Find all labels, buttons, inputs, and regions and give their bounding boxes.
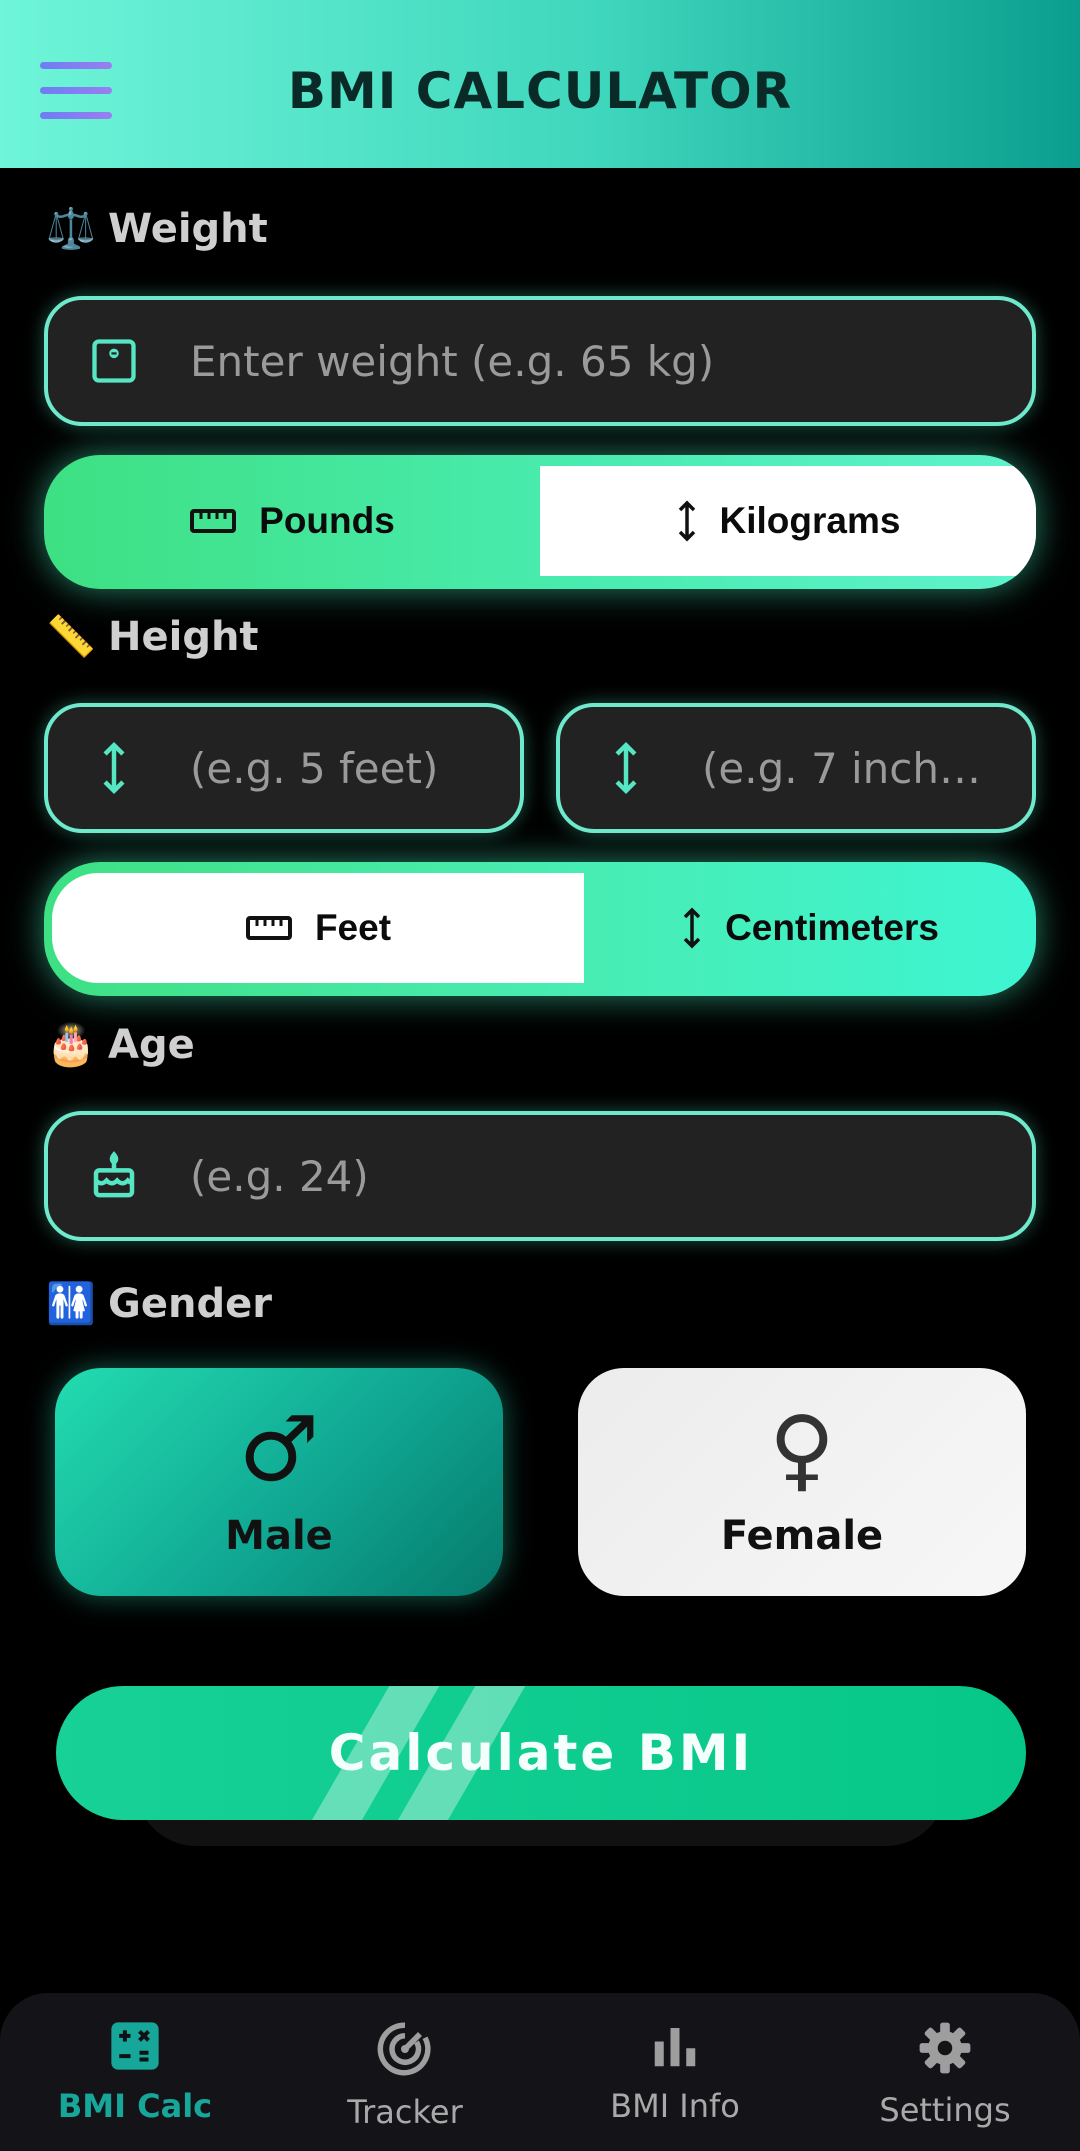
centimeters-option[interactable]: Centimeters (584, 873, 1036, 983)
cake-emoji-icon: 🎂 (46, 1022, 96, 1068)
inches-input[interactable] (702, 707, 1002, 829)
app-header: BMI CALCULATOR (0, 0, 1080, 168)
calculate-bmi-button[interactable]: Calculate BMI (56, 1686, 1026, 1820)
scale-icon (86, 333, 142, 389)
nav-tracker[interactable]: Tracker (270, 1993, 540, 2151)
weight-input[interactable] (190, 300, 1002, 422)
weight-unit-toggle[interactable]: Pounds Kilograms (44, 455, 1036, 589)
age-input[interactable] (190, 1115, 1002, 1237)
weight-label: ⚖️ Weight (46, 206, 268, 252)
cake-icon (86, 1148, 142, 1204)
gear-icon (919, 2022, 971, 2074)
ruler-emoji-icon: 📏 (46, 614, 96, 660)
male-icon: ♂ (238, 1397, 320, 1502)
feet-field[interactable] (44, 703, 524, 833)
kilograms-option[interactable]: Kilograms (540, 466, 1036, 576)
calculator-icon (111, 2022, 159, 2070)
bar-chart-icon (654, 2028, 696, 2067)
female-card[interactable]: ♀ Female (578, 1368, 1026, 1596)
scale-emoji-icon: ⚖️ (46, 206, 96, 252)
weight-field[interactable] (44, 296, 1036, 426)
tracker-target-icon (377, 2022, 431, 2076)
nav-bmi-calc[interactable]: BMI Calc (0, 1993, 270, 2151)
age-label: 🎂 Age (46, 1022, 195, 1068)
vertical-arrows-icon (683, 907, 701, 949)
gender-label: 🚻 Gender (46, 1281, 272, 1327)
height-arrows-icon (86, 740, 142, 796)
height-arrows-icon (598, 740, 654, 796)
nav-bmi-info[interactable]: BMI Info (540, 1993, 810, 2151)
inches-field[interactable] (556, 703, 1036, 833)
female-icon: ♀ (769, 1397, 835, 1502)
feet-input[interactable] (190, 707, 490, 829)
feet-option[interactable]: Feet (52, 873, 584, 983)
bottom-navigation: BMI Calc Tracker BMI Info Settings (0, 1993, 1080, 2151)
ruler-icon (245, 916, 292, 940)
age-field[interactable] (44, 1111, 1036, 1241)
vertical-arrows-icon (678, 500, 695, 542)
pounds-option[interactable]: Pounds (44, 466, 540, 576)
page-title: BMI CALCULATOR (287, 62, 793, 120)
height-label: 📏 Height (46, 614, 259, 660)
height-unit-toggle[interactable]: Feet Centimeters (44, 862, 1036, 996)
nav-settings[interactable]: Settings (810, 1993, 1080, 2151)
calculate-wrapper: Calculate BMI (56, 1686, 1026, 1846)
male-card[interactable]: ♂ Male (55, 1368, 503, 1596)
ruler-icon (190, 509, 237, 533)
restroom-emoji-icon: 🚻 (46, 1281, 96, 1327)
